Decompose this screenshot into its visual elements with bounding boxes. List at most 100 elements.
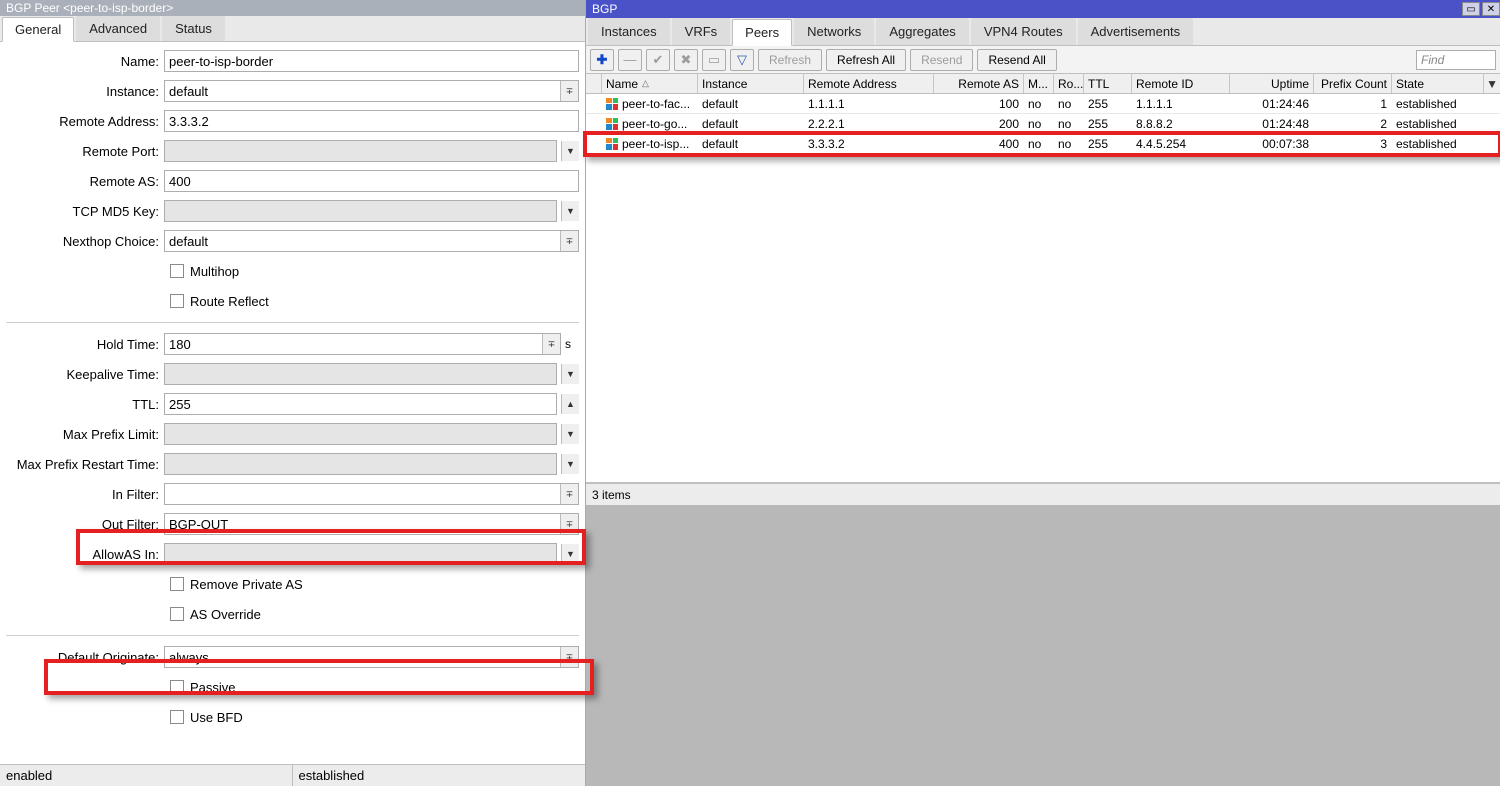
col-ttl[interactable]: TTL [1084, 74, 1132, 93]
tab-advertisements[interactable]: Advertisements [1078, 18, 1194, 45]
label-remove-private-as: Remove Private AS [190, 577, 303, 592]
field-max-prefix[interactable] [165, 424, 556, 444]
col-multihop[interactable]: M... [1024, 74, 1054, 93]
col-uptime[interactable]: Uptime [1230, 74, 1314, 93]
label-remote-address: Remote Address: [6, 114, 164, 129]
field-remote-address[interactable] [165, 111, 578, 131]
field-hold-time[interactable] [165, 334, 542, 354]
col-state[interactable]: State [1392, 74, 1484, 93]
ttl-expand-icon[interactable]: ▲ [561, 394, 579, 414]
label-passive: Passive [190, 680, 236, 695]
minimize-icon[interactable]: ▭ [1462, 2, 1480, 16]
label-remote-as: Remote AS: [6, 174, 164, 189]
field-instance[interactable] [165, 81, 560, 101]
field-default-originate[interactable] [165, 647, 560, 667]
checkbox-passive[interactable] [170, 680, 184, 694]
tab-status[interactable]: Status [162, 16, 225, 41]
in-filter-dropdown-icon[interactable]: ∓ [560, 484, 578, 504]
resend-button[interactable]: Resend [910, 49, 973, 71]
close-icon[interactable]: ✕ [1482, 2, 1500, 16]
field-keepalive[interactable] [165, 364, 556, 384]
col-marker[interactable] [586, 74, 602, 93]
checkbox-multihop[interactable] [170, 264, 184, 278]
checkbox-route-reflect[interactable] [170, 294, 184, 308]
col-instance[interactable]: Instance [698, 74, 804, 93]
comment-button[interactable]: ▭ [702, 49, 726, 71]
col-prefix-count[interactable]: Prefix Count [1314, 74, 1392, 93]
field-remote-as[interactable] [165, 171, 578, 191]
peer-icon [606, 118, 618, 130]
label-max-prefix-restart: Max Prefix Restart Time: [6, 457, 164, 472]
col-remote-address[interactable]: Remote Address [804, 74, 934, 93]
col-remote-as[interactable]: Remote AS [934, 74, 1024, 93]
out-filter-dropdown-icon[interactable]: ∓ [560, 514, 578, 534]
columns-menu-icon[interactable]: ▼ [1484, 74, 1500, 93]
label-tcp-md5: TCP MD5 Key: [6, 204, 164, 219]
remote-port-expand-icon[interactable]: ▼ [561, 141, 579, 161]
status-enabled: enabled [0, 765, 293, 786]
label-default-originate: Default Originate: [6, 650, 164, 665]
field-tcp-md5[interactable] [165, 201, 556, 221]
label-max-prefix: Max Prefix Limit: [6, 427, 164, 442]
label-remote-port: Remote Port: [6, 144, 164, 159]
label-as-override: AS Override [190, 607, 261, 622]
max-prefix-expand-icon[interactable]: ▼ [561, 424, 579, 444]
checkbox-use-bfd[interactable] [170, 710, 184, 724]
checkbox-remove-private-as[interactable] [170, 577, 184, 591]
label-out-filter: Out Filter: [6, 517, 164, 532]
peers-grid: Name△ Instance Remote Address Remote AS … [586, 74, 1500, 483]
max-prefix-restart-expand-icon[interactable]: ▼ [561, 454, 579, 474]
enable-button[interactable]: ✔ [646, 49, 670, 71]
tab-general[interactable]: General [2, 17, 74, 42]
toolbar: ✚ — ✔ ✖ ▭ ▽ Refresh Refresh All Resend R… [586, 46, 1500, 74]
grid-status: 3 items [586, 483, 1500, 505]
label-hold-time: Hold Time: [6, 337, 164, 352]
field-nexthop[interactable] [165, 231, 560, 251]
hold-time-dropdown-icon[interactable]: ∓ [542, 334, 560, 354]
field-ttl[interactable] [165, 394, 556, 414]
tab-instances[interactable]: Instances [588, 18, 670, 45]
peer-icon [606, 138, 618, 150]
refresh-all-button[interactable]: Refresh All [826, 49, 906, 71]
tab-vrfs[interactable]: VRFs [672, 18, 731, 45]
label-use-bfd: Use BFD [190, 710, 243, 725]
default-originate-dropdown-icon[interactable]: ∓ [560, 647, 578, 667]
left-status-bar: enabled established [0, 764, 585, 786]
instance-dropdown-icon[interactable]: ∓ [560, 81, 578, 101]
form-area: Name: Instance: ∓ Remote Address: Remote… [0, 42, 585, 764]
field-remote-port[interactable] [165, 141, 556, 161]
nexthop-dropdown-icon[interactable]: ∓ [560, 231, 578, 251]
disable-button[interactable]: ✖ [674, 49, 698, 71]
table-row[interactable]: peer-to-isp... default 3.3.3.2 400 no no… [586, 134, 1500, 154]
checkbox-as-override[interactable] [170, 607, 184, 621]
col-remote-id[interactable]: Remote ID [1132, 74, 1230, 93]
field-allowas-in[interactable] [165, 544, 556, 564]
field-name[interactable] [165, 51, 578, 71]
tcp-md5-expand-icon[interactable]: ▼ [561, 201, 579, 221]
tab-networks[interactable]: Networks [794, 18, 874, 45]
col-route-reflect[interactable]: Ro... [1054, 74, 1084, 93]
table-row[interactable]: peer-to-fac... default 1.1.1.1 100 no no… [586, 94, 1500, 114]
field-out-filter[interactable] [165, 514, 560, 534]
find-input[interactable]: Find [1416, 50, 1496, 70]
label-in-filter: In Filter: [6, 487, 164, 502]
add-button[interactable]: ✚ [590, 49, 614, 71]
peer-icon [606, 98, 618, 110]
left-title-bar: BGP Peer <peer-to-isp-border> [0, 0, 585, 16]
refresh-button[interactable]: Refresh [758, 49, 822, 71]
col-name[interactable]: Name△ [602, 74, 698, 93]
filter-icon[interactable]: ▽ [730, 49, 754, 71]
section-separator-2 [6, 635, 579, 636]
tab-peers[interactable]: Peers [732, 19, 792, 46]
tab-aggregates[interactable]: Aggregates [876, 18, 969, 45]
field-in-filter[interactable] [165, 484, 560, 504]
tab-vpn4-routes[interactable]: VPN4 Routes [971, 18, 1076, 45]
table-row[interactable]: peer-to-go... default 2.2.2.1 200 no no … [586, 114, 1500, 134]
tab-advanced[interactable]: Advanced [76, 16, 160, 41]
field-max-prefix-restart[interactable] [165, 454, 556, 474]
bgp-window: BGP ▭ ✕ Instances VRFs Peers Networks Ag… [586, 0, 1500, 786]
keepalive-expand-icon[interactable]: ▼ [561, 364, 579, 384]
remove-button[interactable]: — [618, 49, 642, 71]
resend-all-button[interactable]: Resend All [977, 49, 1056, 71]
allowas-expand-icon[interactable]: ▼ [561, 544, 579, 564]
